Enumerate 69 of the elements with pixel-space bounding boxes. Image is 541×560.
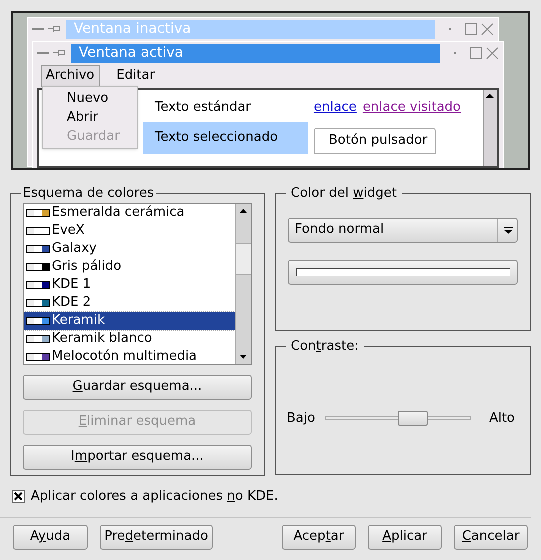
swatch-icon [26,334,50,342]
scheme-name: Esmeralda cerámica [52,204,185,222]
window-title: Ventana inactiva [66,20,435,38]
scheme-item[interactable]: KDE 2 [24,294,235,312]
scheme-item[interactable]: Esmeralda cerámica [24,204,235,222]
minimize-icon[interactable] [37,52,49,54]
close-icon[interactable] [481,22,494,36]
scheme-name: Melocotón multimedia [52,348,198,364]
scheme-item[interactable]: Galaxy [24,240,235,258]
scroll-thumb[interactable] [236,242,251,274]
selected-text: Texto seleccionado [143,122,308,154]
scheme-item[interactable]: Melocotón multimedia [24,348,235,364]
color-button[interactable] [288,260,518,284]
scheme-button[interactable]: Guardar esquema... [23,374,252,400]
scheme-name: Gris pálido [52,258,122,276]
scheme-item[interactable]: EveX [24,222,235,240]
scheme-item[interactable]: Keramik [24,312,235,330]
maximize-icon[interactable] [470,47,482,59]
checkbox-label: Aplicar colores a aplicaciones no KDE. [31,488,278,506]
scheme-item[interactable]: Keramik blanco [24,330,235,348]
standard-text: Texto estándar [154,99,252,117]
high-label: Alto [489,410,516,428]
scheme-button[interactable]: Importar esquema... [23,444,252,470]
scrollbar[interactable] [483,90,497,166]
swatch-icon [26,352,50,360]
scheme-name: Galaxy [52,240,98,258]
group-title: Esquema de colores [22,185,156,203]
scheme-item[interactable]: KDE 1 [24,276,235,294]
low-label: Bajo [286,410,316,428]
minimize-icon[interactable] [32,28,44,30]
swatch-icon [26,244,50,252]
dialog-button[interactable]: Aplicar [368,524,442,550]
scheme-name: KDE 1 [52,276,92,294]
push-button[interactable]: Botón pulsador [314,128,436,154]
scheme-name: Keramik [52,312,105,330]
maximize-icon[interactable] [465,23,477,35]
link[interactable]: enlace [314,98,357,118]
swatch-icon [26,316,50,324]
swatch-icon [26,226,50,234]
menu-entry[interactable]: Abrir [43,108,137,127]
scheme-item[interactable]: Gris pálido [24,258,235,276]
menu-item[interactable]: Archivo [41,65,100,87]
check-icon [14,492,23,502]
swatch-icon [26,208,50,216]
dialog-button[interactable]: Cancelar [454,524,528,550]
swatch-icon [26,262,50,270]
visited-link[interactable]: enlace visitado [362,98,461,118]
group-title: Color del widget [290,185,398,203]
scrollbar[interactable] [235,204,251,364]
swatch-icon [26,298,50,306]
window-title: Ventana activa [71,44,440,62]
contrast-slider[interactable] [325,410,472,426]
pin-icon[interactable] [53,48,67,58]
scheme-name: Keramik blanco [52,330,152,348]
dropdown[interactable]: Fondo normal [288,218,518,242]
menu-entry[interactable]: Nuevo [43,89,137,108]
dialog-button[interactable]: Aceptar [282,524,356,550]
slider-thumb[interactable] [398,410,428,426]
group-title: Contraste: [290,338,360,356]
scheme-name: EveX [52,222,85,240]
checkbox[interactable] [12,490,25,504]
dropdown-value: Fondo normal [294,221,386,240]
swatch-icon [26,280,50,288]
menu-item[interactable]: Editar [112,65,160,87]
dialog-button[interactable]: Ayuda [13,524,88,550]
dialog-button[interactable]: Predeterminado [100,524,213,550]
pin-icon[interactable] [48,24,62,34]
scheme-name: KDE 2 [52,294,92,312]
close-icon[interactable] [486,46,499,60]
